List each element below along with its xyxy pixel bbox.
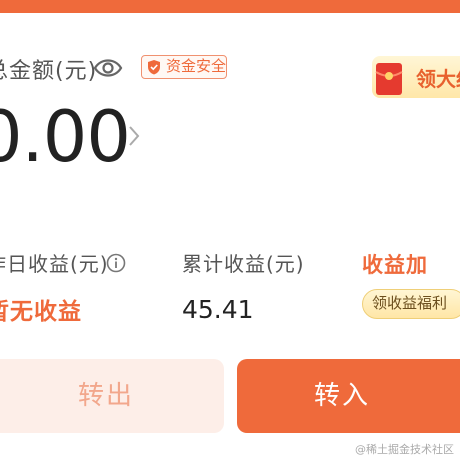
cumulative-earnings-value: 45.41 (182, 295, 254, 324)
red-packet-promo[interactable]: 领大红 (372, 56, 460, 98)
envelope-icon (375, 63, 403, 95)
shield-icon (148, 60, 160, 75)
watermark: @稀土掘金技术社区 (355, 443, 454, 456)
cumulative-earnings-label: 累计收益(元) (182, 252, 305, 276)
yesterday-earnings-label: 昨日收益(元) (0, 252, 109, 276)
transfer-out-button[interactable]: 转出 (0, 359, 224, 433)
total-amount-label: 总金额(元) (0, 59, 98, 84)
claim-earnings-welfare-button[interactable]: 领收益福利 (362, 289, 460, 319)
chevron-right-icon[interactable] (127, 124, 141, 148)
transfer-in-label: 转入 (313, 381, 370, 411)
info-icon[interactable] (106, 253, 126, 273)
earnings-plus-title: 收益加 (362, 253, 428, 277)
promo-label: 领大红 (416, 67, 460, 91)
fund-safety-badge[interactable]: 资金安全 (141, 55, 227, 79)
fund-safety-text: 资金安全 (166, 57, 227, 75)
yesterday-earnings-value: 暂无收益 (0, 299, 82, 325)
eye-icon[interactable] (93, 55, 123, 81)
top-header-bar (0, 0, 460, 13)
transfer-in-button[interactable]: 转入 (237, 359, 460, 433)
balance-amount: 0.00 (0, 96, 131, 178)
